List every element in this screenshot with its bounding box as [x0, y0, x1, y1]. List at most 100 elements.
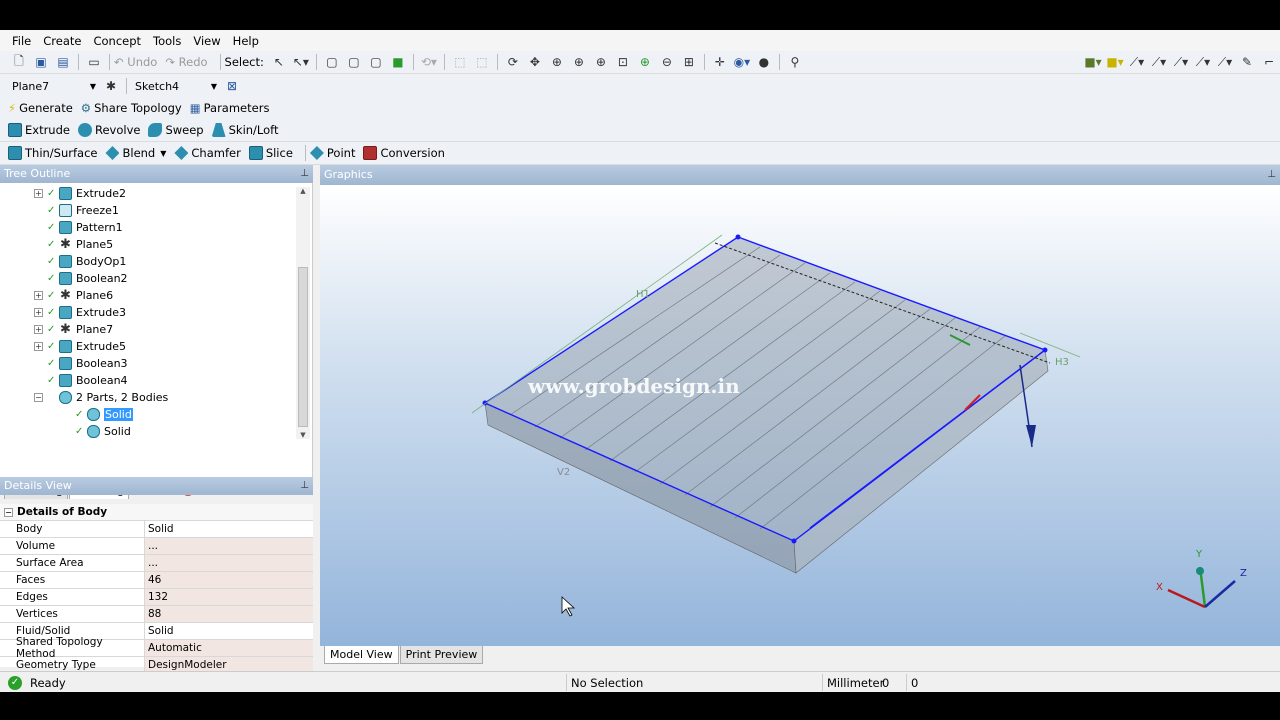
- expand-icon[interactable]: +: [34, 325, 43, 334]
- pin-icon[interactable]: ⊥: [300, 165, 309, 183]
- collapse-icon[interactable]: −: [34, 393, 43, 402]
- save-as-icon[interactable]: ▤: [53, 53, 73, 71]
- tree-item[interactable]: ✓ BodyOp1: [34, 253, 126, 270]
- tree-scroll-thumb[interactable]: [298, 267, 308, 427]
- details-value[interactable]: Automatic: [145, 640, 313, 656]
- body-color-icon[interactable]: ■▾: [1105, 53, 1125, 71]
- zoom-out-icon[interactable]: ⊖: [657, 53, 677, 71]
- pick-icon[interactable]: ✎: [1237, 53, 1257, 71]
- zoom-box-icon[interactable]: ⊕: [569, 53, 589, 71]
- select-pointer-icon[interactable]: ↖: [269, 53, 289, 71]
- details-row[interactable]: Surface Area...: [0, 555, 313, 572]
- menu-concept[interactable]: Concept: [87, 34, 147, 48]
- details-value[interactable]: ...: [145, 538, 313, 554]
- extrude-button[interactable]: Extrude: [8, 123, 70, 137]
- redo-button[interactable]: ↷ Redo: [165, 55, 207, 69]
- new-icon[interactable]: 🗋: [9, 53, 29, 71]
- details-row[interactable]: Volume...: [0, 538, 313, 555]
- tree-item[interactable]: ✓ Pattern1: [34, 219, 123, 236]
- parameters-button[interactable]: ▦ Parameters: [190, 101, 270, 115]
- tree-item[interactable]: ✓ Solid: [62, 406, 133, 423]
- menu-help[interactable]: Help: [227, 34, 265, 48]
- details-value[interactable]: 132: [145, 589, 313, 605]
- details-row[interactable]: Body Solid: [0, 521, 313, 538]
- select-tool-1-icon[interactable]: ⟋▾: [1127, 53, 1147, 71]
- dimension-h3-label[interactable]: H3: [1055, 357, 1069, 368]
- tree-item[interactable]: ✓ Boolean2: [34, 270, 128, 287]
- tree-item[interactable]: ✓ Freeze1: [34, 202, 119, 219]
- tree-item[interactable]: ✓ Solid: [62, 423, 131, 440]
- slice-button[interactable]: Slice: [248, 146, 293, 160]
- toolbar-more-icon[interactable]: ⌐: [1259, 53, 1279, 71]
- tree-item[interactable]: + ✓ ✱ Plane7: [34, 321, 113, 338]
- revolve-button[interactable]: Revolve: [77, 123, 140, 137]
- new-plane-icon[interactable]: ✱: [101, 77, 121, 95]
- point-button[interactable]: Point: [309, 146, 355, 160]
- model-canvas[interactable]: H1 V2 H3 www.grobdesign.in Y X Z: [320, 185, 1280, 668]
- box-select2-icon[interactable]: ⬚: [472, 53, 492, 71]
- sketch-dropdown[interactable]: Sketch4 ▼: [131, 77, 221, 95]
- conversion-button[interactable]: Conversion: [363, 146, 445, 160]
- graphics-viewport[interactable]: H1 V2 H3 www.grobdesign.in Y X Z: [320, 185, 1280, 668]
- undo-button[interactable]: ↶ Undo: [114, 55, 157, 69]
- share-topology-button[interactable]: ⚙ Share Topology: [81, 101, 182, 115]
- ruler-icon[interactable]: ⚲: [785, 53, 805, 71]
- details-value[interactable]: ...: [145, 555, 313, 571]
- scroll-up-icon[interactable]: ▲: [296, 187, 310, 195]
- select-points-icon[interactable]: ▢: [322, 53, 342, 71]
- units-status[interactable]: Millimeter: [822, 674, 884, 691]
- expand-icon[interactable]: +: [34, 308, 43, 317]
- details-value[interactable]: 88: [145, 606, 313, 622]
- chevron-down-icon[interactable]: ▼: [160, 149, 166, 158]
- menu-create[interactable]: Create: [37, 34, 87, 48]
- tree-item[interactable]: − 2 Parts, 2 Bodies: [34, 389, 168, 406]
- dimension-h1-label[interactable]: H1: [636, 289, 650, 300]
- select-edges-icon[interactable]: ▢: [344, 53, 364, 71]
- menu-tools[interactable]: Tools: [147, 34, 187, 48]
- expand-icon[interactable]: +: [34, 189, 43, 198]
- expand-icon[interactable]: +: [34, 291, 43, 300]
- collapse-icon[interactable]: −: [4, 507, 13, 517]
- chamfer-button[interactable]: Chamfer: [174, 146, 241, 160]
- pan-icon[interactable]: ✥: [525, 53, 545, 71]
- sweep-button[interactable]: Sweep: [148, 123, 204, 137]
- details-value[interactable]: Solid: [145, 623, 313, 639]
- tree-item[interactable]: ✓ Boolean4: [34, 372, 128, 389]
- triad-icon[interactable]: ✛: [710, 53, 730, 71]
- select-tool-2-icon[interactable]: ⟋▾: [1149, 53, 1169, 71]
- select-bodies-icon[interactable]: ■: [388, 53, 408, 71]
- tree-item[interactable]: ✓ ✱ Plane5: [34, 236, 113, 253]
- details-section[interactable]: − Details of Body: [0, 504, 313, 521]
- tab-print-preview[interactable]: Print Preview: [399, 646, 484, 664]
- tree-item[interactable]: + ✓ ✱ Plane6: [34, 287, 113, 304]
- select-tool-4-icon[interactable]: ⟋▾: [1193, 53, 1213, 71]
- thin-surface-button[interactable]: Thin/Surface: [8, 146, 97, 160]
- box-select-icon[interactable]: ⬚: [450, 53, 470, 71]
- point-display-icon[interactable]: ●: [754, 53, 774, 71]
- iso-view-icon[interactable]: ⊞: [679, 53, 699, 71]
- pin-icon[interactable]: ⊥: [300, 477, 309, 495]
- pin-icon[interactable]: ⊥: [1267, 165, 1276, 185]
- tree-item[interactable]: + ✓ Extrude3: [34, 304, 126, 321]
- details-value[interactable]: Solid: [145, 521, 313, 537]
- rotate-icon[interactable]: ⟳: [503, 53, 523, 71]
- zoom-window-icon[interactable]: ⊡: [613, 53, 633, 71]
- new-sketch-icon[interactable]: ⊠: [222, 77, 242, 95]
- expand-icon[interactable]: +: [34, 342, 43, 351]
- menu-view[interactable]: View: [187, 34, 226, 48]
- tab-model-view[interactable]: Model View: [324, 646, 399, 664]
- blend-button[interactable]: Blend ▼: [105, 146, 166, 160]
- details-value[interactable]: 46: [145, 572, 313, 588]
- extend-select-icon[interactable]: ⟲▾: [419, 53, 439, 71]
- screenshot-icon[interactable]: ▭: [84, 53, 104, 71]
- skin-loft-button[interactable]: Skin/Loft: [211, 123, 279, 137]
- details-row[interactable]: Vertices 88: [0, 606, 313, 623]
- save-icon[interactable]: ▣: [31, 53, 51, 71]
- details-row[interactable]: Shared Topology Method Automatic: [0, 636, 313, 660]
- graphics-options-icon[interactable]: ■▾: [1083, 53, 1103, 71]
- tree-item[interactable]: + ✓ Extrude5: [34, 338, 126, 355]
- zoom-fit-icon[interactable]: ⊕: [591, 53, 611, 71]
- tree-scrollbar[interactable]: ▲ ▼: [296, 187, 310, 439]
- tree-item[interactable]: + ✓ Extrude2: [34, 185, 126, 202]
- select-mode-icon[interactable]: ↖▾: [291, 53, 311, 71]
